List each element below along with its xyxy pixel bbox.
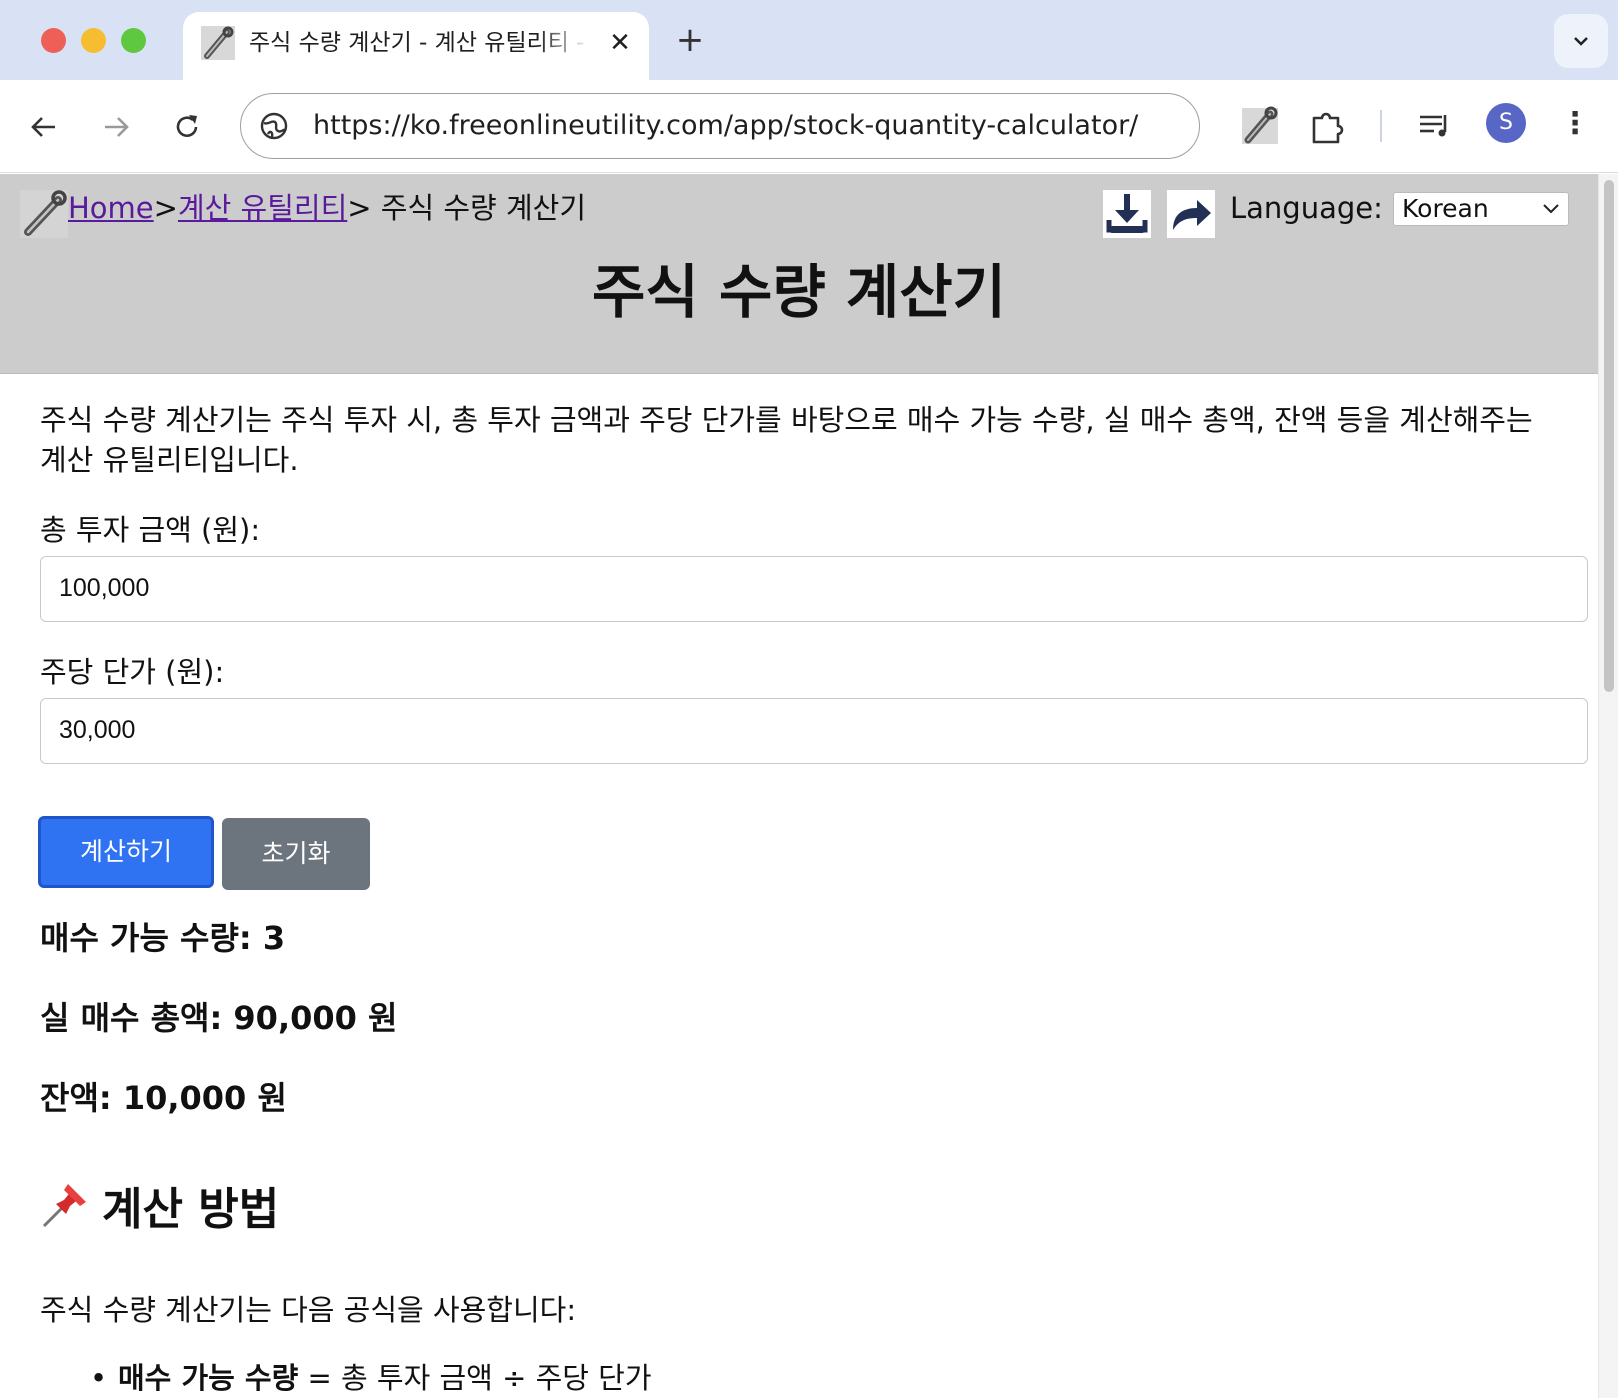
share-icon[interactable] — [1167, 190, 1215, 238]
wrench-icon — [20, 190, 68, 238]
menu-button[interactable]: ⋮ — [1560, 100, 1590, 148]
formula-expression: = 총 투자 금액 ÷ 주당 단가 — [298, 1361, 652, 1395]
minimize-window-button[interactable] — [81, 28, 106, 53]
close-window-button[interactable] — [41, 28, 66, 53]
result-quantity: 매수 가능 수량: 3 — [40, 919, 286, 957]
formula-item: • 매수 가능 수량 = 총 투자 금액 ÷ 주당 단가 — [90, 1358, 652, 1398]
breadcrumb: Home>계산 유틸리티> 주식 수량 계산기 — [68, 188, 586, 228]
breadcrumb-category-link[interactable]: 계산 유틸리티 — [178, 191, 347, 225]
method-description: 주식 수량 계산기는 다음 공식을 사용합니다: — [40, 1293, 577, 1327]
bullet: • — [90, 1361, 108, 1395]
browser-tab[interactable]: 주식 수량 계산기 - 계산 유틸리티 - Free Online Utilit… — [183, 12, 649, 80]
breadcrumb-separator: > — [153, 191, 178, 225]
pin-icon — [42, 1184, 86, 1228]
chevron-down-icon — [1542, 193, 1560, 236]
url-text: https://ko.freeonlineutility.com/app/sto… — [313, 110, 1139, 141]
page-header: Home>계산 유틸리티> 주식 수량 계산기 Language: Korean… — [0, 174, 1598, 374]
scrollbar-thumb[interactable] — [1604, 180, 1614, 692]
maximize-window-button[interactable] — [121, 28, 146, 53]
back-button[interactable] — [22, 104, 66, 148]
page-scrollbar[interactable] — [1598, 174, 1618, 1398]
breadcrumb-separator: > — [347, 191, 372, 225]
method-heading: 계산 방법 — [40, 1180, 279, 1240]
result-balance: 잔액: 10,000 원 — [40, 1079, 287, 1117]
price-per-share-input[interactable]: 30,000 — [40, 698, 1588, 764]
globe-icon — [260, 112, 288, 140]
page-viewport: Home>계산 유틸리티> 주식 수량 계산기 Language: Korean… — [0, 174, 1618, 1398]
puzzle-icon[interactable] — [1306, 104, 1350, 148]
wrench-icon — [201, 26, 235, 60]
method-title: 계산 방법 — [102, 1184, 280, 1235]
formula-term: 매수 가능 수량 — [118, 1361, 299, 1395]
address-bar[interactable]: https://ko.freeonlineutility.com/app/sto… — [240, 93, 1200, 159]
tab-close-button[interactable]: ✕ — [603, 26, 637, 60]
download-icon[interactable] — [1103, 190, 1151, 238]
tab-strip: 주식 수량 계산기 - 계산 유틸리티 - Free Online Utilit… — [0, 0, 1618, 80]
toolbar-divider — [1380, 110, 1382, 142]
reload-icon — [176, 114, 198, 137]
wrench-icon[interactable] — [1238, 104, 1282, 148]
calculate-button[interactable]: 계산하기 — [38, 816, 214, 888]
media-icon[interactable] — [1412, 104, 1456, 148]
result-total-purchase: 실 매수 총액: 90,000 원 — [40, 999, 398, 1037]
reload-button[interactable] — [165, 104, 209, 148]
total-investment-input[interactable]: 100,000 — [40, 556, 1588, 622]
chevron-down-icon — [1574, 37, 1588, 46]
language-label: Language: — [1230, 191, 1383, 225]
arrow-left-icon — [31, 116, 55, 137]
new-tab-button[interactable]: + — [670, 20, 710, 60]
profile-avatar[interactable]: S — [1486, 103, 1526, 143]
breadcrumb-home-link[interactable]: Home — [68, 191, 154, 225]
reset-button[interactable]: 초기화 — [222, 818, 370, 890]
language-select[interactable]: Korean — [1393, 192, 1569, 226]
breadcrumb-current: 주식 수량 계산기 — [371, 191, 586, 225]
page-title: 주식 수량 계산기 — [592, 258, 1006, 326]
tab-search-button[interactable] — [1554, 14, 1608, 68]
forward-button[interactable] — [94, 104, 138, 148]
language-selected-value: Korean — [1402, 194, 1489, 223]
total-investment-label: 총 투자 금액 (원): — [40, 513, 261, 547]
arrow-right-icon — [105, 116, 129, 137]
intro-text: 주식 수량 계산기는 주식 투자 시, 총 투자 금액과 주당 단가를 바탕으로… — [40, 403, 1533, 477]
tab-title: 주식 수량 계산기 - 계산 유틸리티 - Free Online Utilit… — [249, 30, 589, 56]
price-per-share-label: 주당 단가 (원): — [40, 655, 225, 689]
browser-toolbar: https://ko.freeonlineutility.com/app/sto… — [0, 80, 1618, 173]
